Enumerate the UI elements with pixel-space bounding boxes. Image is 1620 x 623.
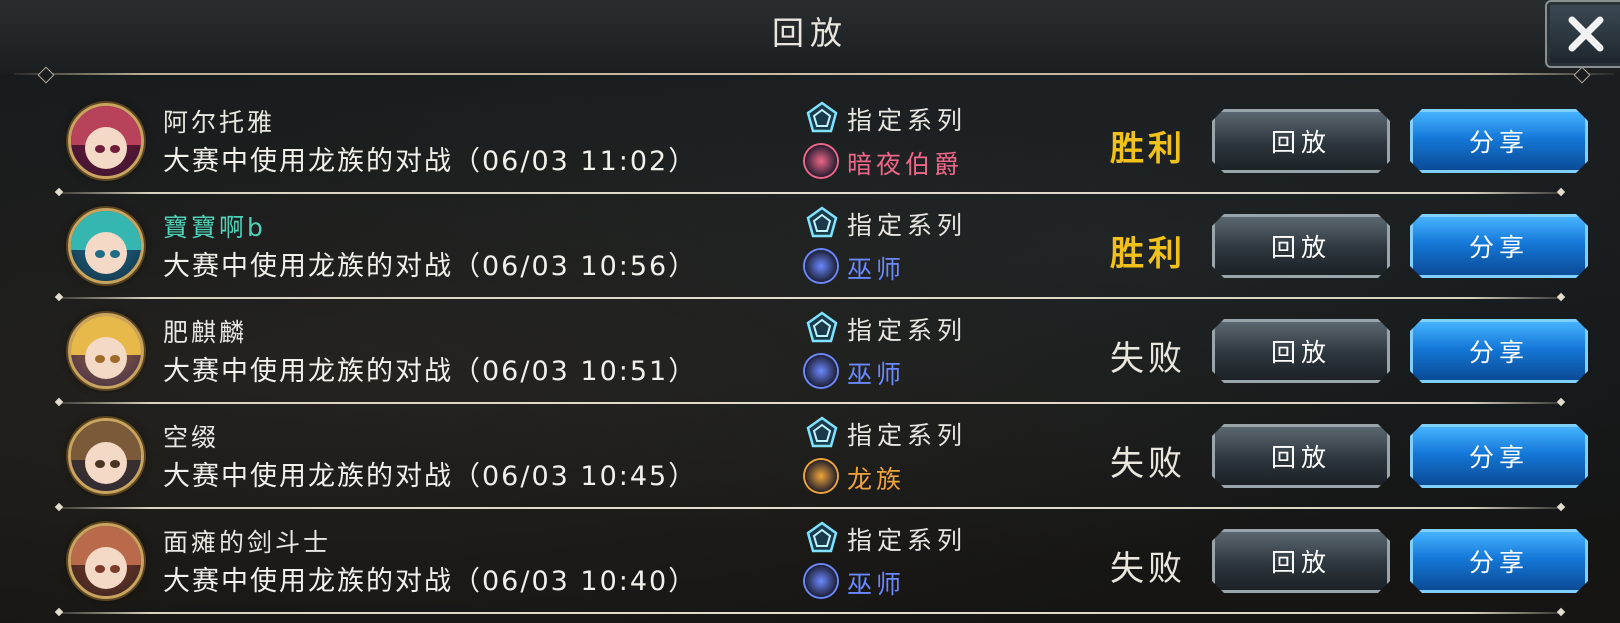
match-result: 胜利 xyxy=(1110,129,1186,169)
runecraft-class-icon xyxy=(805,355,837,387)
runecraft-class-icon xyxy=(805,250,837,282)
nightmare-class-icon xyxy=(805,145,837,177)
row-divider xyxy=(60,507,1560,509)
row-divider xyxy=(60,192,1560,194)
player-avatar[interactable] xyxy=(68,523,144,599)
replay-row: 空缀 大赛中使用龙族的对战（06/03 10:45） 指定系列 龙族 失败 回放… xyxy=(0,410,1620,515)
header-bar: 回放 xyxy=(0,0,1620,74)
page-title: 回放 xyxy=(771,14,848,52)
replay-button[interactable]: 回放 xyxy=(1212,529,1390,593)
row-divider xyxy=(60,612,1560,614)
deck-type-label: 指定系列 xyxy=(847,526,968,555)
player-avatar[interactable] xyxy=(68,103,144,179)
match-description: 大赛中使用龙族的对战（06/03 10:45） xyxy=(163,461,698,492)
replay-button[interactable]: 回放 xyxy=(1212,319,1390,383)
opponent-class-label: 巫师 xyxy=(847,570,906,599)
deck-type-label: 指定系列 xyxy=(847,106,968,135)
runecraft-class-icon xyxy=(805,565,837,597)
opponent-class-label: 巫师 xyxy=(847,255,906,284)
opponent-class-label: 暗夜伯爵 xyxy=(847,150,964,179)
opponent-class-label: 巫师 xyxy=(847,360,906,389)
row-divider xyxy=(60,402,1560,404)
match-result: 失败 xyxy=(1110,549,1186,589)
match-result: 胜利 xyxy=(1110,234,1186,274)
share-button[interactable]: 分享 xyxy=(1410,109,1588,173)
deck-type-icon xyxy=(806,521,838,553)
header-divider xyxy=(14,73,1614,75)
share-button[interactable]: 分享 xyxy=(1410,214,1588,278)
close-button[interactable] xyxy=(1545,0,1620,68)
share-button[interactable]: 分享 xyxy=(1410,424,1588,488)
deck-type-icon xyxy=(806,206,838,238)
replay-list: 阿尔托雅 大赛中使用龙族的对战（06/03 11:02） 指定系列 暗夜伯爵 胜… xyxy=(0,95,1620,620)
deck-type-icon xyxy=(806,416,838,448)
deck-type-icon xyxy=(806,101,838,133)
match-description: 大赛中使用龙族的对战（06/03 10:40） xyxy=(163,566,698,597)
match-result: 失败 xyxy=(1110,444,1186,484)
row-divider xyxy=(60,297,1560,299)
opponent-class-label: 龙族 xyxy=(847,465,906,494)
match-description: 大赛中使用龙族的对战（06/03 10:51） xyxy=(163,356,698,387)
player-name: 空缀 xyxy=(163,423,220,452)
deck-type-label: 指定系列 xyxy=(847,211,968,240)
player-name: 阿尔托雅 xyxy=(163,108,276,137)
player-avatar[interactable] xyxy=(68,208,144,284)
player-avatar[interactable] xyxy=(68,313,144,389)
replay-row: 寶寶啊b 大赛中使用龙族的对战（06/03 10:56） 指定系列 巫师 胜利 … xyxy=(0,200,1620,305)
player-name: 面瘫的剑斗士 xyxy=(163,528,332,557)
replay-button[interactable]: 回放 xyxy=(1212,214,1390,278)
match-description: 大赛中使用龙族的对战（06/03 10:56） xyxy=(163,251,698,282)
share-button[interactable]: 分享 xyxy=(1410,529,1588,593)
match-description: 大赛中使用龙族的对战（06/03 11:02） xyxy=(163,146,698,177)
share-button[interactable]: 分享 xyxy=(1410,319,1588,383)
match-result: 失败 xyxy=(1110,339,1186,379)
close-icon xyxy=(1568,16,1604,52)
replay-row: 阿尔托雅 大赛中使用龙族的对战（06/03 11:02） 指定系列 暗夜伯爵 胜… xyxy=(0,95,1620,200)
player-avatar[interactable] xyxy=(68,418,144,494)
dragoncraft-class-icon xyxy=(805,460,837,492)
replay-button[interactable]: 回放 xyxy=(1212,424,1390,488)
deck-type-icon xyxy=(806,311,838,343)
replay-button[interactable]: 回放 xyxy=(1212,109,1390,173)
replay-row: 面瘫的剑斗士 大赛中使用龙族的对战（06/03 10:40） 指定系列 巫师 失… xyxy=(0,515,1620,620)
deck-type-label: 指定系列 xyxy=(847,421,968,450)
deck-type-label: 指定系列 xyxy=(847,316,968,345)
player-name: 肥麒麟 xyxy=(163,318,248,347)
player-name: 寶寶啊b xyxy=(163,213,266,242)
replay-row: 肥麒麟 大赛中使用龙族的对战（06/03 10:51） 指定系列 巫师 失败 回… xyxy=(0,305,1620,410)
